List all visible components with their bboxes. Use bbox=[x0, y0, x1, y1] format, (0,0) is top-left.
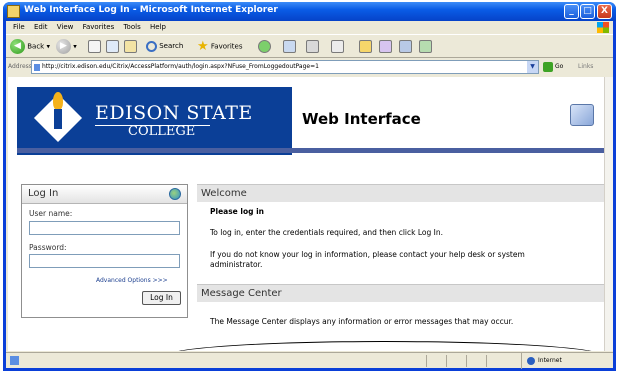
browser-window: Web Interface Log In - Microsoft Interne… bbox=[3, 2, 616, 371]
password-label: Password: bbox=[29, 243, 67, 252]
password-field[interactable] bbox=[29, 254, 180, 268]
stop-icon[interactable] bbox=[88, 40, 101, 53]
links-button[interactable]: Links bbox=[578, 63, 593, 70]
username-field[interactable] bbox=[29, 221, 180, 235]
please-login-text: Please log in bbox=[210, 207, 264, 216]
home-icon[interactable] bbox=[124, 40, 137, 53]
web-page: EDISON STATE COLLEGE Web Interface Log I… bbox=[8, 77, 604, 351]
login-panel: Log In User name: Password: Advanced Opt… bbox=[21, 184, 188, 318]
window-title: Web Interface Log In - Microsoft Interne… bbox=[24, 5, 278, 15]
welcome-heading: Welcome bbox=[197, 184, 604, 202]
address-label: Address bbox=[8, 63, 32, 70]
logo-name: EDISON STATE bbox=[95, 102, 253, 124]
address-bar: Address http://citrix.edison.edu/Citrix/… bbox=[6, 59, 613, 75]
status-separator bbox=[426, 355, 427, 367]
title-bar: Web Interface Log In - Microsoft Interne… bbox=[3, 2, 616, 21]
menu-bar: File Edit View Favorites Tools Help bbox=[6, 21, 613, 34]
forward-button[interactable]: ▶ ▾ bbox=[56, 39, 77, 55]
message-center-text: The Message Center displays any informat… bbox=[210, 317, 514, 326]
welcome-help-line1: If you do not know your log in informati… bbox=[210, 250, 525, 259]
back-button[interactable]: ◀ Back ▾ bbox=[10, 39, 50, 55]
search-icon bbox=[146, 40, 157, 52]
research-icon[interactable] bbox=[419, 40, 432, 53]
login-button[interactable]: Log In bbox=[142, 291, 181, 305]
minimize-button[interactable]: _ bbox=[564, 4, 579, 19]
menu-help[interactable]: Help bbox=[150, 23, 166, 31]
message-center-heading: Message Center bbox=[197, 284, 604, 302]
windows-logo-icon bbox=[597, 22, 609, 33]
menu-file[interactable]: File bbox=[13, 23, 25, 31]
menu-edit[interactable]: Edit bbox=[34, 23, 48, 31]
page-icon bbox=[34, 64, 40, 71]
favorites-star-icon: ★ bbox=[197, 39, 209, 54]
edison-state-logo: EDISON STATE COLLEGE bbox=[17, 87, 292, 155]
advanced-options-link[interactable]: Advanced Options >>> bbox=[96, 277, 168, 284]
edit-icon[interactable] bbox=[331, 40, 344, 53]
page-banner: EDISON STATE COLLEGE Web Interface bbox=[8, 87, 604, 155]
banner-divider bbox=[17, 148, 604, 153]
page-title: Web Interface bbox=[302, 110, 421, 128]
vertical-scrollbar[interactable] bbox=[604, 77, 613, 351]
welcome-help-line2: administrator. bbox=[210, 260, 263, 269]
refresh-login-icon[interactable] bbox=[169, 188, 181, 200]
username-label: User name: bbox=[29, 209, 73, 218]
citrix-app-icon bbox=[570, 104, 594, 126]
search-button[interactable]: Search bbox=[146, 39, 183, 54]
logo-sub: COLLEGE bbox=[128, 124, 196, 139]
search-label: Search bbox=[159, 42, 184, 50]
status-separator bbox=[446, 355, 447, 367]
go-button[interactable]: Go bbox=[543, 61, 563, 73]
messenger-icon[interactable] bbox=[379, 40, 392, 53]
login-title: Log In bbox=[28, 188, 59, 199]
menu-tools[interactable]: Tools bbox=[123, 23, 140, 31]
torch-flame-icon bbox=[53, 92, 63, 110]
history-icon[interactable] bbox=[258, 40, 271, 53]
page-status-icon bbox=[10, 356, 19, 365]
welcome-instructions: To log in, enter the credentials require… bbox=[210, 228, 443, 237]
folder-icon[interactable] bbox=[359, 40, 372, 53]
torch-icon bbox=[54, 109, 62, 129]
maximize-button[interactable]: □ bbox=[580, 4, 595, 19]
address-dropdown-icon[interactable]: ▼ bbox=[527, 61, 538, 73]
favorites-button[interactable]: ★ Favorites bbox=[197, 39, 243, 55]
favorites-label: Favorites bbox=[210, 42, 243, 51]
back-arrow-icon: ◀ bbox=[10, 39, 25, 54]
menu-view[interactable]: View bbox=[57, 23, 74, 31]
highlight-ellipse bbox=[166, 341, 604, 351]
refresh-icon[interactable] bbox=[106, 40, 119, 53]
ie-page-icon bbox=[7, 5, 20, 18]
close-button[interactable]: X bbox=[597, 4, 612, 19]
status-separator bbox=[486, 355, 487, 367]
address-url: http://citrix.edison.edu/Citrix/AccessPl… bbox=[42, 63, 319, 70]
mail-icon[interactable] bbox=[283, 40, 296, 53]
print-icon[interactable] bbox=[306, 40, 319, 53]
address-input[interactable]: http://citrix.edison.edu/Citrix/AccessPl… bbox=[31, 60, 539, 74]
status-bar: Internet bbox=[6, 352, 613, 369]
media-icon[interactable] bbox=[399, 40, 412, 53]
go-arrow-icon bbox=[543, 61, 553, 72]
go-label: Go bbox=[555, 63, 564, 70]
login-header: Log In bbox=[22, 185, 187, 204]
toolbar: ◀ Back ▾ ▶ ▾ Search ★ Favorites bbox=[6, 34, 613, 58]
forward-arrow-icon: ▶ bbox=[56, 39, 71, 54]
globe-icon bbox=[527, 357, 535, 365]
menu-favorites[interactable]: Favorites bbox=[83, 23, 115, 31]
zone-label: Internet bbox=[538, 357, 562, 364]
browser-body: File Edit View Favorites Tools Help ◀ Ba… bbox=[6, 21, 613, 369]
security-zone: Internet bbox=[521, 353, 613, 369]
back-label: Back bbox=[27, 42, 45, 51]
status-separator bbox=[466, 355, 467, 367]
